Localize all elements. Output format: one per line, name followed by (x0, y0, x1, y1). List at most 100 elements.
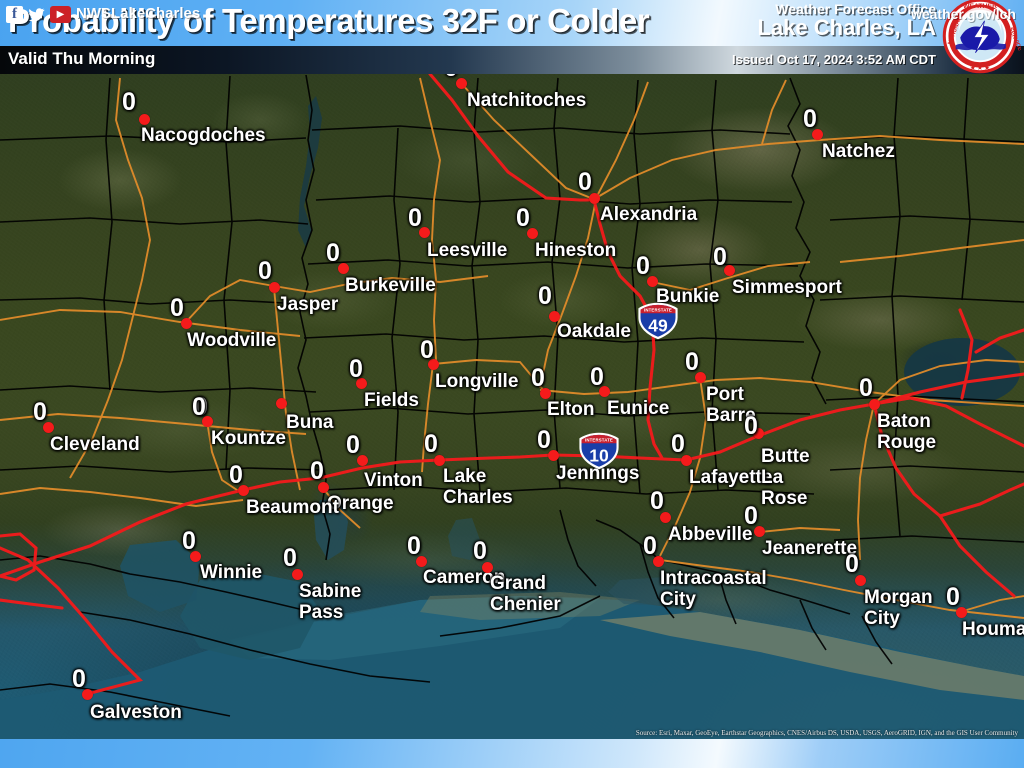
svg-text:49: 49 (648, 316, 668, 336)
city-label: Cleveland (50, 434, 140, 455)
interstate-10-shield: INTERSTATE 10 (578, 432, 620, 470)
city-label: Rouge (877, 432, 937, 453)
probability-value: 0 (229, 461, 243, 489)
probability-value: 0 (420, 336, 434, 364)
city-label: Nacogdoches (141, 125, 266, 146)
website-url-label[interactable]: weather.gov/lch (911, 6, 1016, 22)
interstate-49-shield: INTERSTATE 49 (637, 302, 679, 340)
issued-timestamp: Issued Oct 17, 2024 3:52 AM CDT (732, 52, 936, 67)
city-label: Lake (443, 466, 487, 487)
map-source-credit: Source: Esri, Maxar, GeoEye, Earthstar G… (635, 729, 1018, 737)
city-label: Galveston (90, 702, 182, 723)
probability-value: 0 (310, 457, 324, 485)
probability-value: 0 (473, 537, 487, 565)
city-label: Alexandria (600, 204, 698, 225)
city-label: Pass (299, 602, 344, 623)
city-label: Simmesport (732, 277, 842, 298)
city-label: Abbeville (668, 524, 753, 545)
probability-value: 0 (636, 252, 650, 280)
probability-value: 0 (516, 204, 530, 232)
twitter-icon[interactable] (28, 6, 45, 23)
probability-value: 0 (258, 257, 272, 285)
probability-value: 0 (33, 398, 47, 426)
city-label: Fields (364, 390, 419, 411)
city-label: Morgan (864, 587, 933, 608)
facebook-icon[interactable]: f (6, 6, 23, 23)
youtube-icon[interactable]: ▶ (50, 6, 71, 23)
city-label: Houma (962, 619, 1024, 640)
city-label: Sabine (299, 581, 362, 602)
probability-value: 0 (283, 544, 297, 572)
probability-value: 0 (590, 363, 604, 391)
social-handle-label[interactable]: NWSLakeCharles (76, 5, 200, 22)
probability-value: 0 (744, 502, 758, 530)
city-label: Natchitoches (467, 90, 587, 111)
city-label: Beaumont (246, 497, 339, 518)
svg-text:★ ★ ★: ★ ★ ★ (970, 64, 990, 71)
probability-value: 0 (685, 348, 699, 376)
valid-time-label: Valid Thu Morning (8, 49, 156, 68)
probability-value: 0 (170, 294, 184, 322)
city-label: Natchez (822, 141, 895, 162)
svg-text:INTERSTATE: INTERSTATE (644, 308, 672, 313)
city-label: Rose (761, 488, 808, 509)
youtube-play-glyph: ▶ (56, 8, 65, 20)
city-label: Jasper (277, 294, 339, 315)
city-label: Charles (443, 487, 513, 508)
city-label: City (864, 608, 900, 629)
svg-text:INTERSTATE: INTERSTATE (585, 438, 613, 443)
probability-value: 0 (538, 282, 552, 310)
svg-text:10: 10 (589, 446, 609, 466)
probability-value: 0 (671, 430, 685, 458)
probability-value: 0 (531, 364, 545, 392)
city-label: Elton (547, 399, 595, 420)
footer-bar (0, 739, 1024, 768)
probability-value: 0 (803, 105, 817, 133)
probability-value: 0 (859, 374, 873, 402)
city-label: Woodville (187, 330, 277, 351)
city-label: Lafayette (689, 467, 773, 488)
city-label: City (660, 589, 696, 610)
city-label: Vinton (364, 470, 423, 491)
city-label: Burkeville (345, 275, 436, 296)
probability-value: 0 (182, 527, 196, 555)
wfo-identification: Weather Forecast Office Lake Charles, LA (757, 1, 936, 40)
probability-value: 0 (346, 431, 360, 459)
city-label: Jeanerette (762, 538, 858, 559)
probability-value: 0 (578, 168, 592, 196)
city-label: La (761, 467, 784, 488)
probability-value: 0 (326, 239, 340, 267)
city-label: Leesville (427, 240, 508, 261)
city-label: Kountze (211, 428, 286, 449)
station-dot (276, 398, 287, 409)
city-label: Buna (286, 412, 334, 433)
probability-value: 0 (643, 532, 657, 560)
probability-value: 0 (744, 412, 758, 440)
city-label: Grand (490, 573, 546, 594)
city-label: Winnie (200, 562, 263, 583)
city-label: Baton (877, 411, 931, 432)
city-label: Intracoastal (660, 568, 767, 589)
city-label: Oakdale (557, 321, 631, 342)
weather-map-graphic: 0Nacogdoches0Natchitoches0Natchez0Alexan… (0, 0, 1024, 768)
probability-value: 0 (424, 430, 438, 458)
wfo-office-name: Lake Charles, LA (757, 15, 936, 40)
city-label: Hineston (535, 240, 617, 261)
probability-value: 0 (713, 243, 727, 271)
city-label: Butte (761, 446, 810, 467)
city-label: Port (706, 384, 744, 405)
probability-value: 0 (122, 88, 136, 116)
probability-value: 0 (408, 204, 422, 232)
city-label: Chenier (490, 594, 561, 615)
probability-value: 0 (537, 426, 551, 454)
probability-value: 0 (650, 487, 664, 515)
twitter-bird-glyph (28, 7, 45, 22)
probability-value: 0 (72, 665, 86, 693)
probability-value: 0 (192, 393, 206, 421)
facebook-glyph: f (12, 6, 17, 22)
probability-value: 0 (845, 550, 859, 578)
city-label: Eunice (607, 398, 670, 419)
probability-value: 0 (349, 355, 363, 383)
probability-value: 0 (407, 532, 421, 560)
probability-value: 0 (946, 583, 960, 611)
